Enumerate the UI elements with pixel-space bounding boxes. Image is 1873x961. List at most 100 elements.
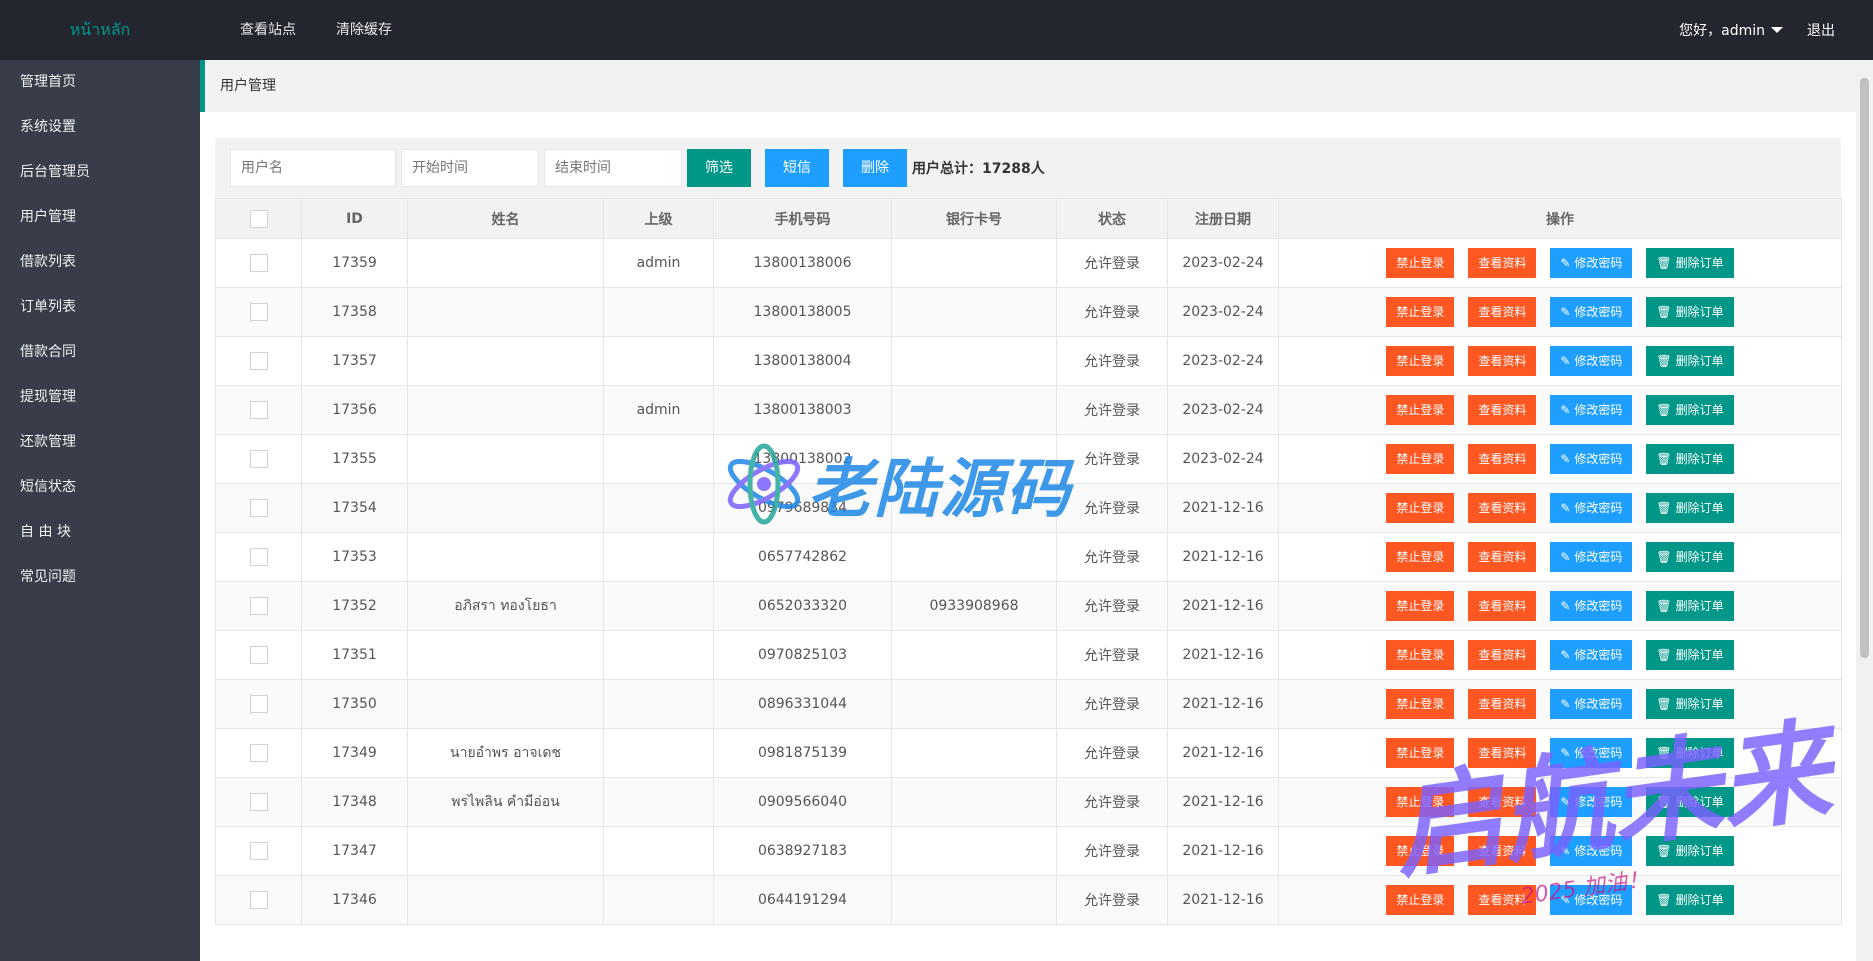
row-checkbox[interactable] [249,548,268,566]
row-checkbox-cell[interactable] [215,532,302,582]
ban-login-button[interactable]: 禁止登录 [1386,444,1455,474]
delete-order-button[interactable]: 🗑 删除订单 [1646,542,1734,572]
view-profile-button[interactable]: 查看资料 [1468,444,1537,474]
logo[interactable]: หน้าหลัก [0,18,200,43]
user-menu[interactable]: 您好，admin [1679,20,1783,40]
row-checkbox-cell[interactable] [215,385,302,435]
ban-login-button[interactable]: 禁止登录 [1386,542,1455,572]
sidebar-item-users[interactable]: 用户管理 [0,195,200,240]
row-checkbox-cell[interactable] [215,434,302,484]
view-profile-button[interactable]: 查看资料 [1468,591,1537,621]
change-password-button[interactable]: ✎ 修改密码 [1550,395,1633,425]
sidebar-item-faq[interactable]: 常见问题 [0,555,200,600]
row-checkbox-cell[interactable] [215,630,302,680]
row-checkbox-cell[interactable] [215,581,302,631]
view-site-link[interactable]: 查看站点 [220,0,316,60]
view-profile-button[interactable]: 查看资料 [1468,689,1537,719]
sidebar-item-sms-status[interactable]: 短信状态 [0,465,200,510]
row-checkbox[interactable] [249,254,268,272]
delete-order-button[interactable]: 🗑 删除订单 [1646,885,1734,915]
select-all-checkbox[interactable] [249,209,268,228]
row-checkbox[interactable] [249,303,268,321]
row-checkbox[interactable] [249,450,268,468]
view-profile-button[interactable]: 查看资料 [1468,640,1537,670]
row-checkbox[interactable] [249,891,268,909]
select-all-checkbox-cell[interactable] [215,198,302,239]
delete-order-button[interactable]: 🗑 删除订单 [1646,444,1734,474]
delete-order-button[interactable]: 🗑 删除订单 [1646,297,1734,327]
sidebar-item-withdrawals[interactable]: 提现管理 [0,375,200,420]
row-checkbox[interactable] [249,842,268,860]
view-profile-button[interactable]: 查看资料 [1468,297,1537,327]
cell-id: 17348 [301,777,408,827]
row-checkbox[interactable] [249,401,268,419]
ban-login-button[interactable]: 禁止登录 [1386,493,1455,523]
ban-login-button[interactable]: 禁止登录 [1386,689,1455,719]
sidebar-item-loans[interactable]: 借款列表 [0,240,200,285]
sidebar-item-orders[interactable]: 订单列表 [0,285,200,330]
view-profile-button[interactable]: 查看资料 [1468,542,1537,572]
delete-button[interactable]: 删除 [843,149,907,187]
sidebar-item-settings[interactable]: 系统设置 [0,105,200,150]
change-password-button[interactable]: ✎ 修改密码 [1550,444,1633,474]
change-password-button[interactable]: ✎ 修改密码 [1550,493,1633,523]
view-profile-button[interactable]: 查看资料 [1468,346,1537,376]
filter-button[interactable]: 筛选 [687,149,751,187]
row-checkbox-cell[interactable] [215,777,302,827]
ban-login-button[interactable]: 禁止登录 [1386,248,1455,278]
sidebar-item-repayments[interactable]: 还款管理 [0,420,200,465]
row-checkbox[interactable] [249,793,268,811]
row-checkbox[interactable] [249,597,268,615]
username-input[interactable] [230,149,396,187]
cell-bank-card [891,630,1057,680]
start-time-input[interactable] [401,149,539,187]
scroll-thumb[interactable] [1860,78,1869,658]
row-checkbox-cell[interactable] [215,728,302,778]
end-time-input[interactable] [544,149,682,187]
ban-login-button[interactable]: 禁止登录 [1386,297,1455,327]
row-checkbox-cell[interactable] [215,483,302,533]
cell-status: 允许登录 [1056,532,1168,582]
delete-order-button[interactable]: 🗑 删除订单 [1646,591,1734,621]
ban-login-button[interactable]: 禁止登录 [1386,395,1455,425]
row-checkbox-cell[interactable] [215,336,302,386]
row-checkbox-cell[interactable] [215,287,302,337]
row-checkbox[interactable] [249,744,268,762]
scrollbar[interactable] [1856,60,1873,961]
clear-cache-link[interactable]: 清除缓存 [316,0,412,60]
ban-login-button[interactable]: 禁止登录 [1386,591,1455,621]
change-password-button[interactable]: ✎ 修改密码 [1550,346,1633,376]
row-checkbox-cell[interactable] [215,679,302,729]
change-password-button[interactable]: ✎ 修改密码 [1550,640,1633,670]
delete-order-button[interactable]: 🗑 删除订单 [1646,640,1734,670]
row-checkbox-cell[interactable] [215,875,302,925]
sidebar-item-admins[interactable]: 后台管理员 [0,150,200,195]
row-checkbox[interactable] [249,352,268,370]
delete-order-button[interactable]: 🗑 删除订单 [1646,395,1734,425]
cell-status: 允许登录 [1056,434,1168,484]
view-profile-button[interactable]: 查看资料 [1468,395,1537,425]
sidebar-item-dashboard[interactable]: 管理首页 [0,60,200,105]
delete-order-button[interactable]: 🗑 删除订单 [1646,346,1734,376]
ban-login-button[interactable]: 禁止登录 [1386,346,1455,376]
change-password-button[interactable]: ✎ 修改密码 [1550,248,1633,278]
logout-link[interactable]: 退出 [1807,20,1835,40]
row-checkbox-cell[interactable] [215,238,302,288]
sms-button[interactable]: 短信 [765,149,829,187]
row-checkbox[interactable] [249,695,268,713]
row-checkbox[interactable] [249,646,268,664]
view-profile-button[interactable]: 查看资料 [1468,248,1537,278]
change-password-button[interactable]: ✎ 修改密码 [1550,591,1633,621]
cell-reg-date: 2023-02-24 [1167,238,1279,288]
cell-actions: 禁止登录 查看资料 ✎ 修改密码 🗑 删除订单 [1278,287,1842,337]
sidebar-item-contracts[interactable]: 借款合同 [0,330,200,375]
row-checkbox[interactable] [249,499,268,517]
change-password-button[interactable]: ✎ 修改密码 [1550,297,1633,327]
view-profile-button[interactable]: 查看资料 [1468,493,1537,523]
delete-order-button[interactable]: 🗑 删除订单 [1646,493,1734,523]
change-password-button[interactable]: ✎ 修改密码 [1550,542,1633,572]
ban-login-button[interactable]: 禁止登录 [1386,640,1455,670]
delete-order-button[interactable]: 🗑 删除订单 [1646,248,1734,278]
row-checkbox-cell[interactable] [215,826,302,876]
sidebar-item-free-block[interactable]: 自 由 块 [0,510,200,555]
